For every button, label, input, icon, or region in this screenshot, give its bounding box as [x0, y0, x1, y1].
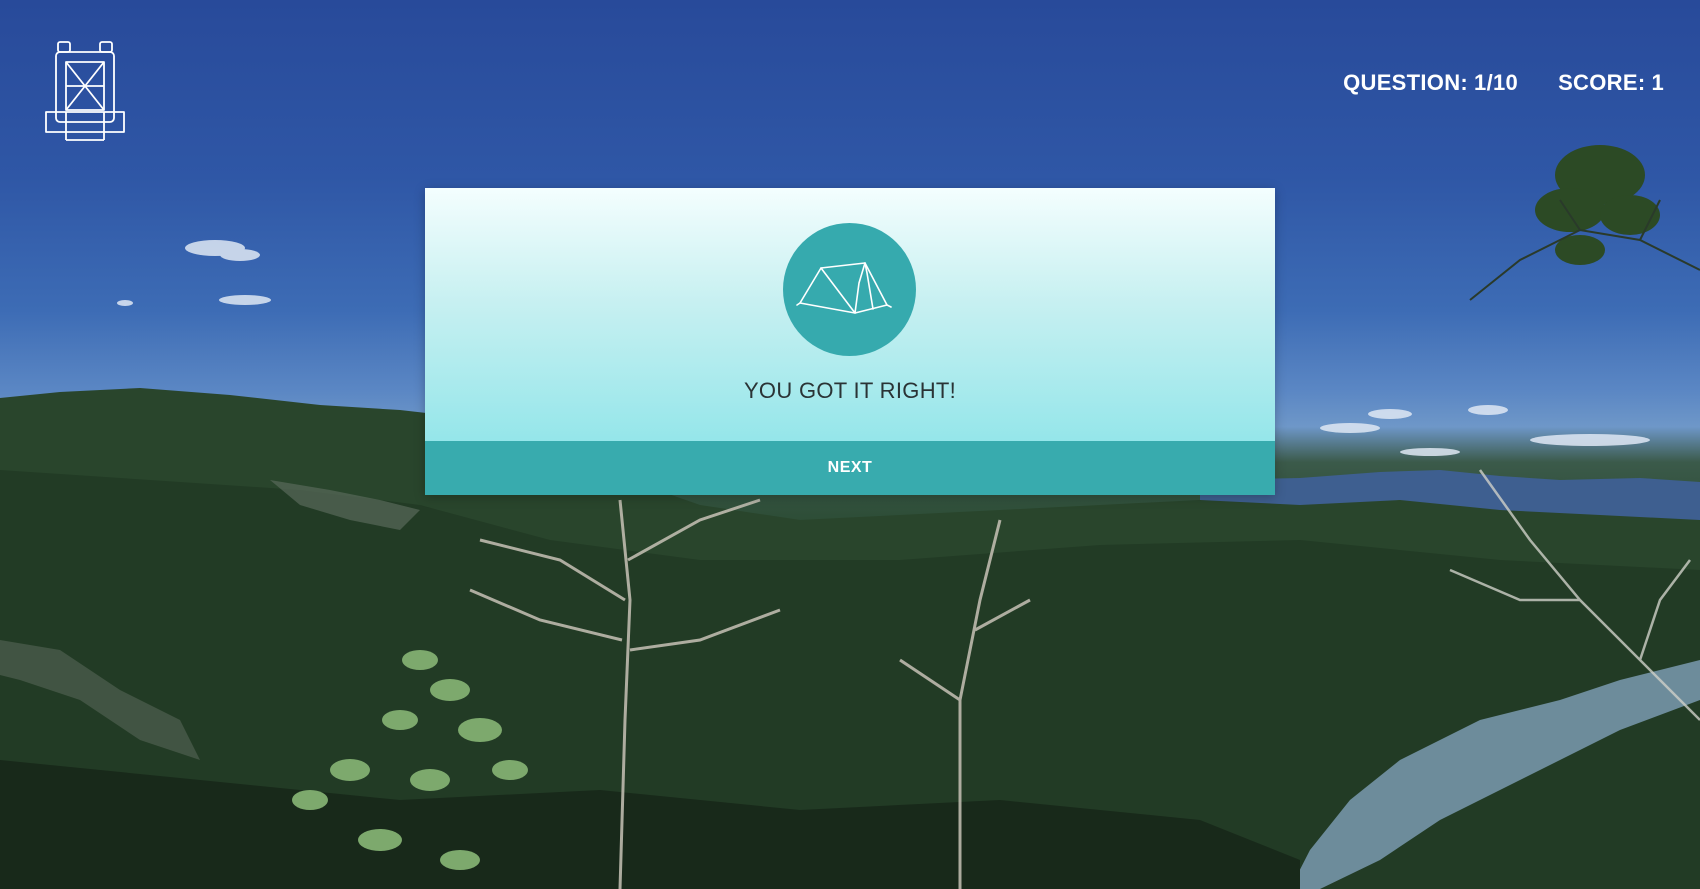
question-value: 1/10 [1474, 70, 1519, 95]
tent-icon [796, 262, 892, 314]
tent-icon-badge [783, 223, 916, 356]
question-label: QUESTION: [1343, 70, 1469, 95]
backpack-icon[interactable] [44, 40, 126, 142]
score-label: SCORE: [1558, 70, 1646, 95]
result-modal: YOU GOT IT RIGHT! NEXT [425, 188, 1275, 495]
result-message: YOU GOT IT RIGHT! [743, 378, 957, 403]
score-value: 1 [1651, 70, 1664, 95]
score-hud: QUESTION: 1/10 SCORE: 1 [1343, 70, 1664, 96]
app-screen: QUESTION: 1/10 SCORE: 1 YOU GOT IT RIGHT… [0, 0, 1700, 889]
question-counter: QUESTION: 1/10 [1343, 70, 1518, 96]
score-counter: SCORE: 1 [1558, 70, 1664, 96]
next-button[interactable]: NEXT [425, 441, 1275, 495]
result-modal-body: YOU GOT IT RIGHT! [425, 188, 1275, 441]
